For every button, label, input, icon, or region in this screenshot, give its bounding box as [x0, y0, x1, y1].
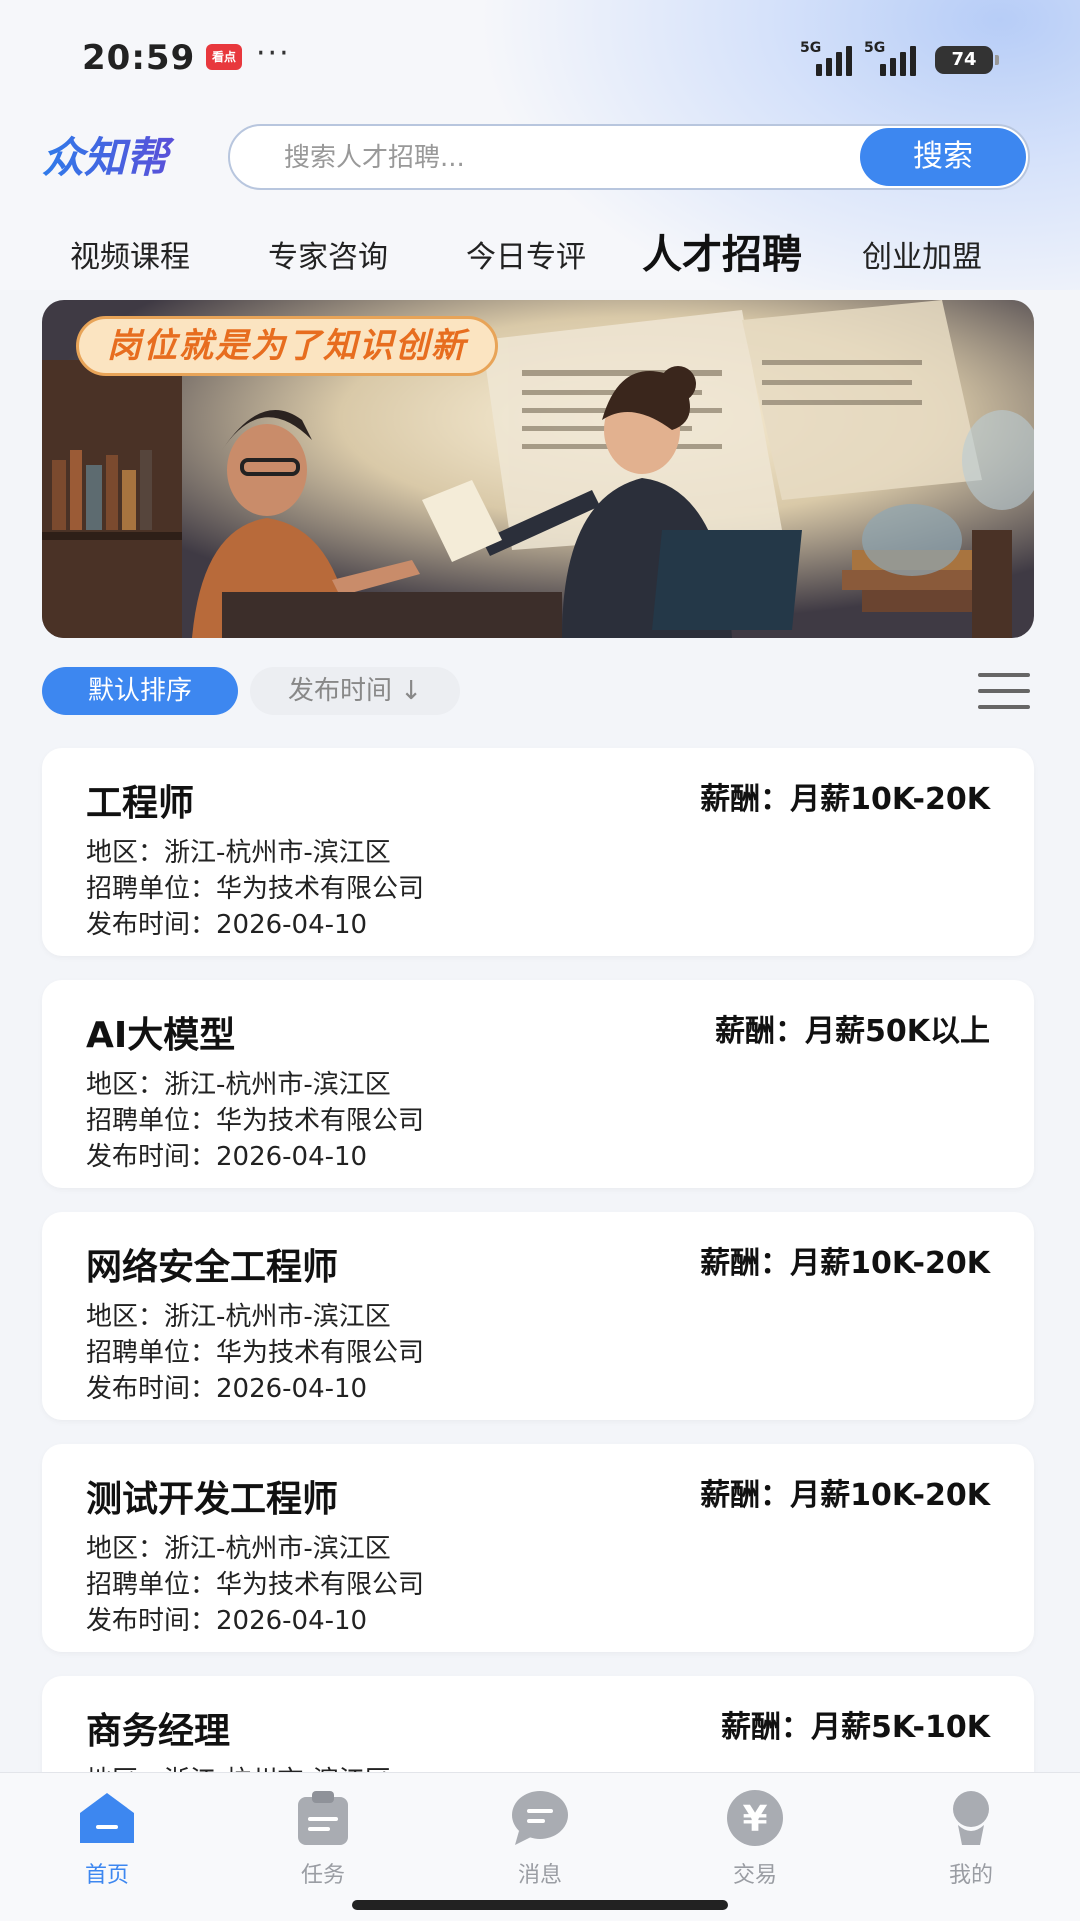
job-card[interactable]: 商务经理 薪酬：月薪5K-10K 地区：浙江-杭州市-滨江区 — [42, 1676, 1034, 1772]
promo-banner[interactable]: 岗位就是为了知识创新 — [42, 300, 1034, 638]
job-region: 地区：浙江-杭州市-滨江区 — [86, 1534, 391, 1564]
job-card[interactable]: 网络安全工程师 薪酬：月薪10K-20K 地区：浙江-杭州市-滨江区 招聘单位：… — [42, 1212, 1034, 1420]
job-list: 工程师 薪酬：月薪10K-20K 地区：浙江-杭州市-滨江区 招聘单位：华为技术… — [0, 740, 1080, 1772]
job-company: 招聘单位：华为技术有限公司 — [86, 1570, 425, 1600]
tab-trade[interactable]: ¥ 交易 — [700, 1787, 810, 1888]
search-bar: 搜索 — [228, 124, 1030, 190]
tab-franchise[interactable]: 创业加盟 — [862, 232, 982, 276]
job-company: 招聘单位：华为技术有限公司 — [86, 1338, 425, 1368]
status-time: 20:59 — [82, 38, 196, 78]
signal-icon-1: 5G — [800, 40, 860, 76]
job-title: 商务经理 — [86, 1711, 231, 1752]
tab-label: 任务 — [300, 1863, 345, 1888]
app-logo: 众知帮 — [42, 134, 175, 180]
job-salary: 薪酬：月薪50K以上 — [715, 1014, 990, 1049]
tab-video-courses[interactable]: 视频课程 — [70, 232, 190, 276]
tab-messages[interactable]: 消息 — [485, 1787, 595, 1888]
tab-tasks[interactable]: 任务 — [268, 1787, 378, 1888]
bottom-tab-bar: 首页 任务 消息 ¥ 交易 我的 — [0, 1772, 1080, 1921]
job-region: 地区：浙江-杭州市-滨江区 — [86, 838, 391, 868]
publish-time-sort-button[interactable]: 发布时间 ↓ — [250, 667, 460, 715]
job-title: 网络安全工程师 — [86, 1247, 339, 1288]
job-card[interactable]: AI大模型 薪酬：月薪50K以上 地区：浙江-杭州市-滨江区 招聘单位：华为技术… — [42, 980, 1034, 1188]
more-notifications-icon: ··· — [256, 36, 291, 71]
battery-icon: 74 — [935, 46, 999, 74]
search-button[interactable]: 搜索 — [860, 128, 1026, 186]
banner-title: 岗位就是为了知识创新 — [76, 316, 498, 376]
notification-app-icon: 看点 — [206, 44, 242, 70]
chat-icon — [512, 1791, 568, 1845]
default-sort-button[interactable]: 默认排序 — [42, 667, 238, 715]
status-bar: 20:59 看点 ··· 5G 5G 74 — [0, 0, 1080, 120]
svg-text:¥: ¥ — [742, 1799, 767, 1840]
job-company: 招聘单位：华为技术有限公司 — [86, 874, 425, 904]
yen-icon: ¥ — [727, 1790, 783, 1846]
tab-daily-review[interactable]: 今日专评 — [466, 232, 586, 276]
job-region: 地区：浙江-杭州市-滨江区 — [86, 1070, 391, 1100]
job-date: 发布时间：2026-04-10 — [86, 1374, 368, 1404]
user-icon — [953, 1791, 989, 1845]
signal-icon-2: 5G — [864, 40, 924, 76]
tab-expert-consult[interactable]: 专家咨询 — [268, 232, 388, 276]
home-icon — [80, 1793, 134, 1843]
job-title: 工程师 — [86, 783, 195, 824]
category-tabs: 视频课程 专家咨询 今日专评 人才招聘 创业加盟 — [0, 222, 1080, 282]
svg-text:众知帮: 众知帮 — [42, 134, 175, 180]
job-region: 地区：浙江-杭州市-滨江区 — [86, 1302, 391, 1332]
job-title: AI大模型 — [86, 1015, 236, 1056]
tab-home[interactable]: 首页 — [52, 1787, 162, 1888]
home-indicator[interactable] — [352, 1900, 728, 1910]
job-salary: 薪酬：月薪5K-10K — [721, 1710, 990, 1745]
menu-icon[interactable] — [978, 673, 1030, 709]
job-salary: 薪酬：月薪10K-20K — [700, 1246, 990, 1281]
job-title: 测试开发工程师 — [86, 1479, 339, 1520]
network-type-2: 5G — [864, 40, 886, 56]
job-date: 发布时间：2026-04-10 — [86, 910, 368, 940]
network-type-1: 5G — [800, 40, 822, 56]
job-salary: 薪酬：月薪10K-20K — [700, 782, 990, 817]
tab-label: 首页 — [84, 1863, 129, 1888]
job-region: 地区：浙江-杭州市-滨江区 — [86, 1760, 391, 1772]
tab-label: 交易 — [732, 1863, 777, 1888]
job-company: 招聘单位：华为技术有限公司 — [86, 1106, 425, 1136]
job-date: 发布时间：2026-04-10 — [86, 1142, 368, 1172]
tab-talent-recruitment[interactable]: 人才招聘 — [642, 222, 802, 280]
tab-label: 消息 — [517, 1863, 562, 1888]
job-date: 发布时间：2026-04-10 — [86, 1606, 368, 1636]
job-card[interactable]: 测试开发工程师 薪酬：月薪10K-20K 地区：浙江-杭州市-滨江区 招聘单位：… — [42, 1444, 1034, 1652]
clipboard-icon — [298, 1791, 348, 1845]
job-salary: 薪酬：月薪10K-20K — [700, 1478, 990, 1513]
tab-label: 我的 — [948, 1863, 993, 1888]
tab-mine[interactable]: 我的 — [916, 1787, 1026, 1888]
search-input[interactable] — [282, 126, 806, 190]
job-card[interactable]: 工程师 薪酬：月薪10K-20K 地区：浙江-杭州市-滨江区 招聘单位：华为技术… — [42, 748, 1034, 956]
